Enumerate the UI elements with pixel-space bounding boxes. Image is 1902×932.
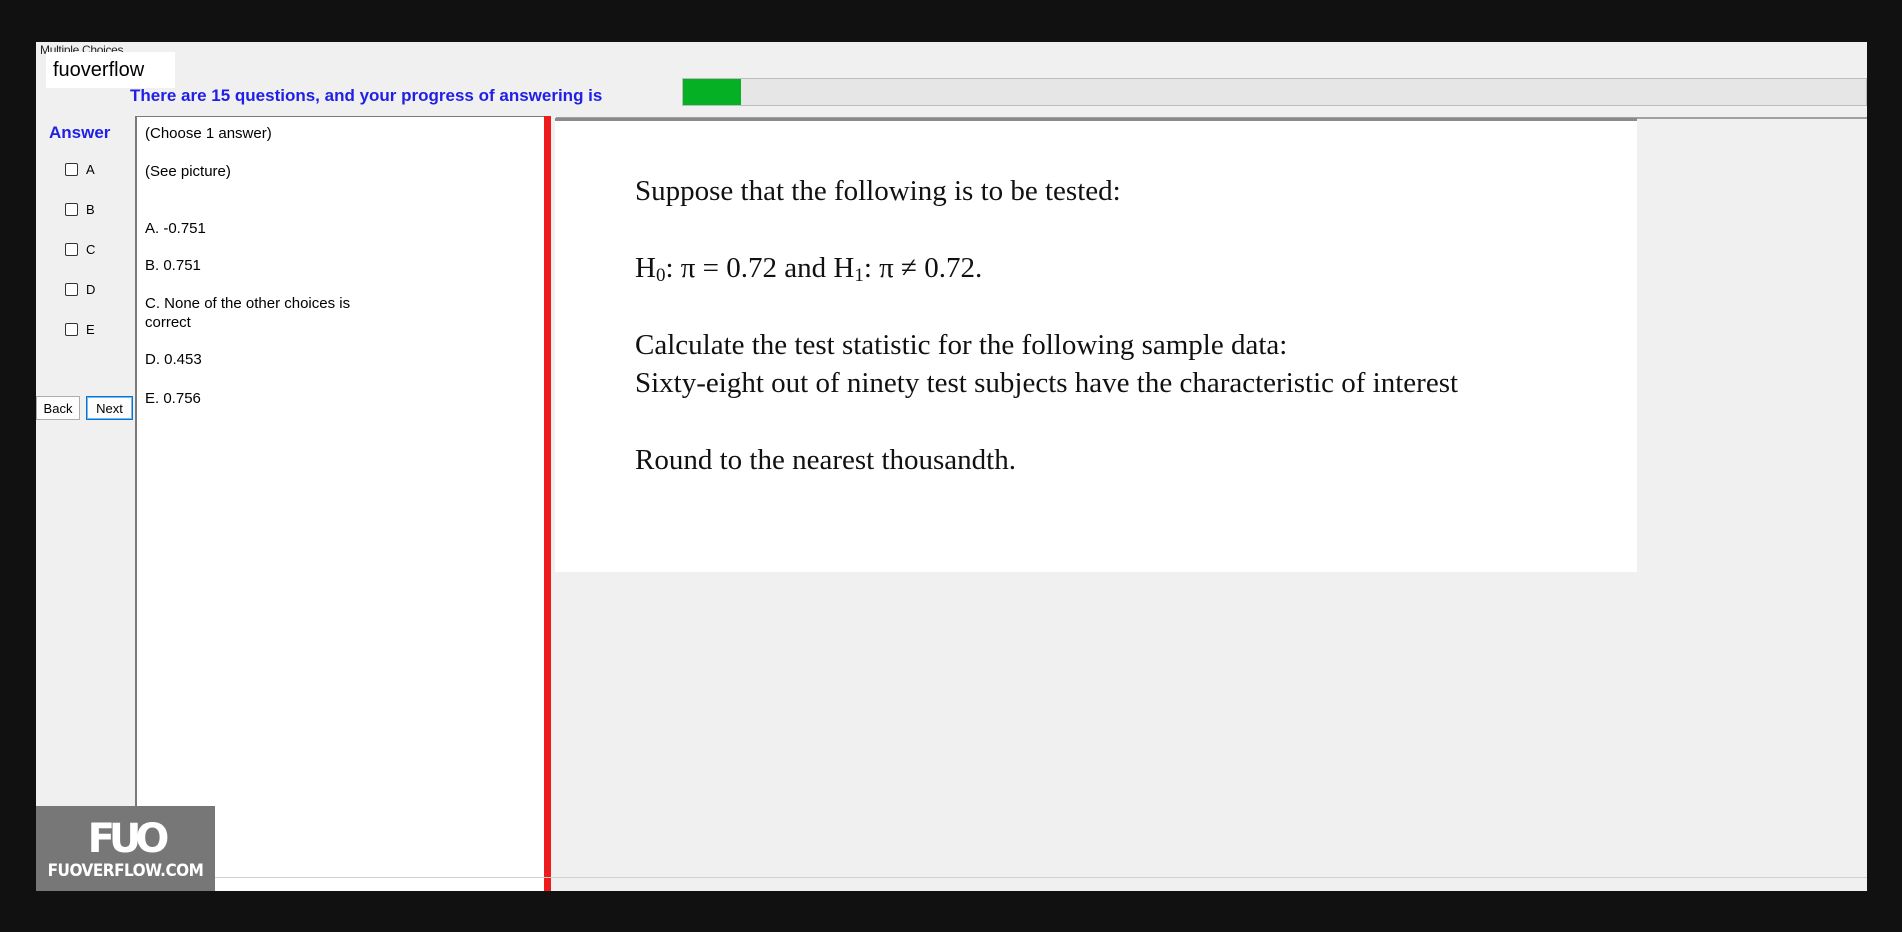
h1-post: : π ≠ 0.72. <box>863 252 983 284</box>
brand-label: fuoverflow <box>46 52 175 88</box>
h1-sub: 1 <box>854 265 864 286</box>
checkbox-b[interactable] <box>65 202 78 216</box>
option-c[interactable]: C <box>65 240 95 258</box>
back-button[interactable]: Back <box>36 396 80 420</box>
question-see-picture: (See picture) <box>145 163 231 180</box>
choice-e: E. 0.756 <box>145 390 201 407</box>
picture-line-1: Suppose that the following is to be test… <box>635 175 1121 207</box>
picture-line-5: Round to the nearest thousandth. <box>635 444 1016 476</box>
progress-fill <box>683 79 741 105</box>
splitter[interactable] <box>544 116 551 891</box>
picture-hypotheses: H0: π = 0.72 and H1: π ≠ 0.72. <box>635 252 982 287</box>
choice-a: A. -0.751 <box>145 220 206 237</box>
option-a[interactable]: A <box>65 160 95 178</box>
h0-pre: H <box>635 252 656 284</box>
question-instruction: (Choose 1 answer) <box>145 125 272 142</box>
h0-mid: : π = 0.72 and H <box>665 252 855 284</box>
fuoverflow-logo: FUO FUOVERFLOW.COM <box>36 806 215 891</box>
checkbox-a[interactable] <box>65 162 78 176</box>
option-a-label: A <box>86 161 95 177</box>
picture-line-4: Sixty-eight out of ninety test subjects … <box>635 367 1459 399</box>
checkbox-c[interactable] <box>65 242 78 256</box>
question-picture: Suppose that the following is to be test… <box>555 118 1637 572</box>
quiz-window: Multiple Choices fuoverflow There are 15… <box>36 42 1867 891</box>
option-e[interactable]: E <box>65 320 95 338</box>
logo-text: FUOVERFLOW.COM <box>47 860 204 881</box>
option-b[interactable]: B <box>65 200 95 218</box>
checkbox-e[interactable] <box>65 322 78 336</box>
option-d-label: D <box>86 281 96 297</box>
progress-text: There are 15 questions, and your progres… <box>130 86 603 105</box>
next-button[interactable]: Next <box>86 396 133 420</box>
bottom-divider <box>215 877 1867 878</box>
answer-label: Answer <box>49 123 111 142</box>
choice-b: B. 0.751 <box>145 257 201 274</box>
progress-bar <box>682 78 1867 106</box>
question-panel: (Choose 1 answer) (See picture) A. -0.75… <box>135 116 544 891</box>
logo-mark: FUO <box>87 815 170 862</box>
choice-c: C. None of the other choices is correct <box>145 295 351 331</box>
option-c-label: C <box>86 241 96 257</box>
option-e-label: E <box>86 321 95 337</box>
choice-d: D. 0.453 <box>145 351 202 368</box>
option-d[interactable]: D <box>65 280 95 298</box>
checkbox-d[interactable] <box>65 282 78 296</box>
option-b-label: B <box>86 201 95 217</box>
picture-line-3: Calculate the test statistic for the fol… <box>635 329 1288 361</box>
